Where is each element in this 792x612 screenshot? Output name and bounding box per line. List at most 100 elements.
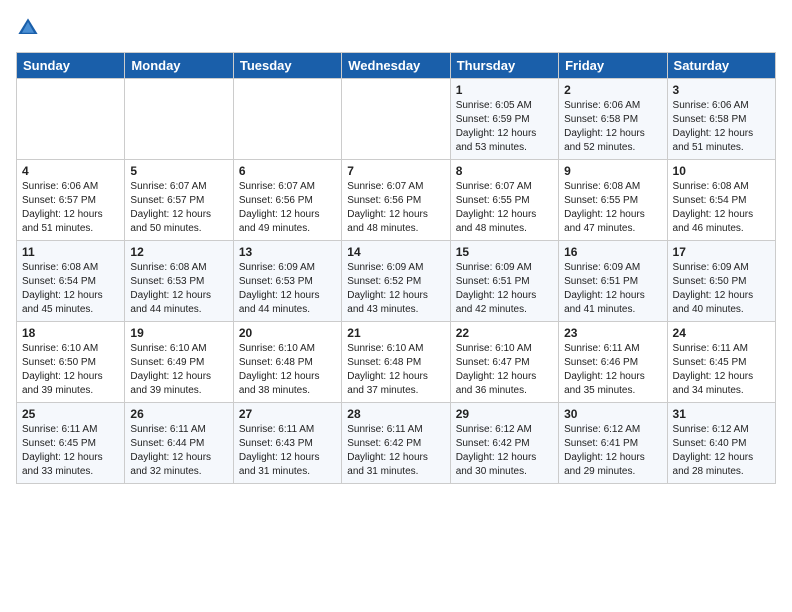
cell-content: Sunrise: 6:12 AM Sunset: 6:41 PM Dayligh… xyxy=(564,423,661,479)
day-number: 26 xyxy=(130,407,227,421)
day-number: 1 xyxy=(456,83,553,97)
day-number: 11 xyxy=(22,245,119,259)
day-number: 17 xyxy=(673,245,770,259)
calendar-cell: 23Sunrise: 6:11 AM Sunset: 6:46 PM Dayli… xyxy=(559,322,667,403)
cell-content: Sunrise: 6:09 AM Sunset: 6:50 PM Dayligh… xyxy=(673,261,770,317)
cell-content: Sunrise: 6:07 AM Sunset: 6:57 PM Dayligh… xyxy=(130,180,227,236)
calendar-cell: 1 Sunrise: 6:05 AM Sunset: 6:59 PM Daylig… xyxy=(450,79,558,160)
day-number: 14 xyxy=(347,245,444,259)
page-header xyxy=(16,16,776,40)
calendar-week-4: 18 Sunrise: 6:10 AM Sunset: 6:50 PM Dayli… xyxy=(17,322,776,403)
cell-content: Sunrise: 6:06 AM Sunset: 6:58 PM Dayligh… xyxy=(673,99,770,155)
cell-content: Sunrise: 6:07 AM Sunset: 6:55 PM Dayligh… xyxy=(456,180,553,236)
calendar-cell: 30 Sunrise: 6:12 AM Sunset: 6:41 PM Dayli… xyxy=(559,403,667,484)
day-number: 15 xyxy=(456,245,553,259)
day-header-friday: Friday xyxy=(559,53,667,79)
day-number: 9 xyxy=(564,164,661,178)
day-number: 3 xyxy=(673,83,770,97)
day-number: 10 xyxy=(673,164,770,178)
calendar-cell: 20 Sunrise: 6:10 AM Sunset: 6:48 PM Dayli… xyxy=(233,322,341,403)
day-number: 25 xyxy=(22,407,119,421)
calendar-week-3: 11Sunrise: 6:08 AM Sunset: 6:54 PM Dayli… xyxy=(17,241,776,322)
day-number: 18 xyxy=(22,326,119,340)
calendar-cell: 14 Sunrise: 6:09 AM Sunset: 6:52 PM Dayli… xyxy=(342,241,450,322)
calendar-cell: 3 Sunrise: 6:06 AM Sunset: 6:58 PM Daylig… xyxy=(667,79,775,160)
cell-content: Sunrise: 6:08 AM Sunset: 6:53 PM Dayligh… xyxy=(130,261,227,317)
day-number: 28 xyxy=(347,407,444,421)
calendar-cell: 17 Sunrise: 6:09 AM Sunset: 6:50 PM Dayli… xyxy=(667,241,775,322)
calendar-header-row: SundayMondayTuesdayWednesdayThursdayFrid… xyxy=(17,53,776,79)
calendar-cell xyxy=(233,79,341,160)
calendar-cell: 6Sunrise: 6:07 AM Sunset: 6:56 PM Daylig… xyxy=(233,160,341,241)
day-header-saturday: Saturday xyxy=(667,53,775,79)
calendar-cell: 7Sunrise: 6:07 AM Sunset: 6:56 PM Daylig… xyxy=(342,160,450,241)
cell-content: Sunrise: 6:11 AM Sunset: 6:43 PM Dayligh… xyxy=(239,423,336,479)
cell-content: Sunrise: 6:10 AM Sunset: 6:48 PM Dayligh… xyxy=(239,342,336,398)
day-number: 22 xyxy=(456,326,553,340)
calendar-cell: 25 Sunrise: 6:11 AM Sunset: 6:45 PM Dayli… xyxy=(17,403,125,484)
cell-content: Sunrise: 6:09 AM Sunset: 6:52 PM Dayligh… xyxy=(347,261,444,317)
cell-content: Sunrise: 6:07 AM Sunset: 6:56 PM Dayligh… xyxy=(347,180,444,236)
calendar-cell: 8Sunrise: 6:07 AM Sunset: 6:55 PM Daylig… xyxy=(450,160,558,241)
cell-content: Sunrise: 6:05 AM Sunset: 6:59 PM Dayligh… xyxy=(456,99,553,155)
calendar-cell: 9 Sunrise: 6:08 AM Sunset: 6:55 PM Daylig… xyxy=(559,160,667,241)
cell-content: Sunrise: 6:06 AM Sunset: 6:58 PM Dayligh… xyxy=(564,99,661,155)
cell-content: Sunrise: 6:11 AM Sunset: 6:45 PM Dayligh… xyxy=(673,342,770,398)
calendar-cell xyxy=(125,79,233,160)
calendar-week-5: 25 Sunrise: 6:11 AM Sunset: 6:45 PM Dayli… xyxy=(17,403,776,484)
cell-content: Sunrise: 6:08 AM Sunset: 6:55 PM Dayligh… xyxy=(564,180,661,236)
calendar-cell: 10 Sunrise: 6:08 AM Sunset: 6:54 PM Dayli… xyxy=(667,160,775,241)
day-number: 23 xyxy=(564,326,661,340)
cell-content: Sunrise: 6:11 AM Sunset: 6:45 PM Dayligh… xyxy=(22,423,119,479)
calendar-week-2: 4 Sunrise: 6:06 AM Sunset: 6:57 PM Daylig… xyxy=(17,160,776,241)
calendar-cell: 19Sunrise: 6:10 AM Sunset: 6:49 PM Dayli… xyxy=(125,322,233,403)
calendar-cell: 31Sunrise: 6:12 AM Sunset: 6:40 PM Dayli… xyxy=(667,403,775,484)
calendar-cell: 15Sunrise: 6:09 AM Sunset: 6:51 PM Dayli… xyxy=(450,241,558,322)
day-number: 13 xyxy=(239,245,336,259)
day-number: 29 xyxy=(456,407,553,421)
day-number: 19 xyxy=(130,326,227,340)
calendar-cell xyxy=(17,79,125,160)
calendar-cell: 27 Sunrise: 6:11 AM Sunset: 6:43 PM Dayli… xyxy=(233,403,341,484)
calendar-cell xyxy=(342,79,450,160)
day-number: 4 xyxy=(22,164,119,178)
day-number: 12 xyxy=(130,245,227,259)
calendar-cell: 5 Sunrise: 6:07 AM Sunset: 6:57 PM Daylig… xyxy=(125,160,233,241)
day-number: 2 xyxy=(564,83,661,97)
day-number: 30 xyxy=(564,407,661,421)
day-number: 21 xyxy=(347,326,444,340)
calendar-cell: 26 Sunrise: 6:11 AM Sunset: 6:44 PM Dayli… xyxy=(125,403,233,484)
calendar-table: SundayMondayTuesdayWednesdayThursdayFrid… xyxy=(16,52,776,484)
cell-content: Sunrise: 6:11 AM Sunset: 6:44 PM Dayligh… xyxy=(130,423,227,479)
calendar-cell: 11Sunrise: 6:08 AM Sunset: 6:54 PM Dayli… xyxy=(17,241,125,322)
day-number: 6 xyxy=(239,164,336,178)
day-header-sunday: Sunday xyxy=(17,53,125,79)
cell-content: Sunrise: 6:10 AM Sunset: 6:47 PM Dayligh… xyxy=(456,342,553,398)
cell-content: Sunrise: 6:06 AM Sunset: 6:57 PM Dayligh… xyxy=(22,180,119,236)
calendar-week-1: 1 Sunrise: 6:05 AM Sunset: 6:59 PM Daylig… xyxy=(17,79,776,160)
calendar-cell: 21 Sunrise: 6:10 AM Sunset: 6:48 PM Dayli… xyxy=(342,322,450,403)
cell-content: Sunrise: 6:10 AM Sunset: 6:48 PM Dayligh… xyxy=(347,342,444,398)
calendar-cell: 24 Sunrise: 6:11 AM Sunset: 6:45 PM Dayli… xyxy=(667,322,775,403)
calendar-cell: 29 Sunrise: 6:12 AM Sunset: 6:42 PM Dayli… xyxy=(450,403,558,484)
cell-content: Sunrise: 6:10 AM Sunset: 6:50 PM Dayligh… xyxy=(22,342,119,398)
calendar-cell: 12 Sunrise: 6:08 AM Sunset: 6:53 PM Dayli… xyxy=(125,241,233,322)
cell-content: Sunrise: 6:09 AM Sunset: 6:51 PM Dayligh… xyxy=(564,261,661,317)
calendar-cell: 4 Sunrise: 6:06 AM Sunset: 6:57 PM Daylig… xyxy=(17,160,125,241)
cell-content: Sunrise: 6:11 AM Sunset: 6:42 PM Dayligh… xyxy=(347,423,444,479)
logo-icon xyxy=(16,16,40,40)
day-header-wednesday: Wednesday xyxy=(342,53,450,79)
day-number: 27 xyxy=(239,407,336,421)
calendar-cell: 13 Sunrise: 6:09 AM Sunset: 6:53 PM Dayli… xyxy=(233,241,341,322)
day-number: 24 xyxy=(673,326,770,340)
day-number: 5 xyxy=(130,164,227,178)
day-header-thursday: Thursday xyxy=(450,53,558,79)
cell-content: Sunrise: 6:12 AM Sunset: 6:42 PM Dayligh… xyxy=(456,423,553,479)
day-header-monday: Monday xyxy=(125,53,233,79)
cell-content: Sunrise: 6:08 AM Sunset: 6:54 PM Dayligh… xyxy=(673,180,770,236)
logo xyxy=(16,16,44,40)
day-header-tuesday: Tuesday xyxy=(233,53,341,79)
cell-content: Sunrise: 6:09 AM Sunset: 6:53 PM Dayligh… xyxy=(239,261,336,317)
day-number: 20 xyxy=(239,326,336,340)
day-number: 31 xyxy=(673,407,770,421)
